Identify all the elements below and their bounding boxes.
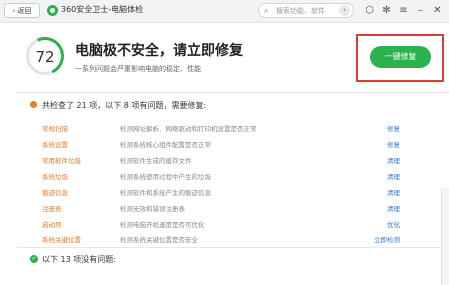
issue-desc: 检测系统核心组件配置是否正常: [120, 141, 211, 149]
title-bar: ‹ 返回 360安全卫士-电脑体检 ⌕ 搜索功能、软件 › ⬡ ✻ ≡ – ✕: [0, 0, 449, 23]
issue-action-link[interactable]: 优化: [387, 219, 400, 229]
window-title: 360安全卫士-电脑体检: [61, 5, 144, 14]
score-ring: 72: [26, 37, 64, 75]
issue-action-link[interactable]: 立即检测: [374, 234, 400, 244]
one-click-fix-button[interactable]: 一键修复: [370, 46, 431, 68]
divider: [17, 247, 449, 248]
settings-hex-icon[interactable]: ⬡: [363, 4, 376, 17]
menu-icon[interactable]: ≡: [397, 4, 410, 17]
search-go-button[interactable]: ›: [339, 5, 350, 16]
issue-row: 注册表 检测无效和错误注册表 清理: [0, 201, 449, 214]
check-circle-icon: ✓: [30, 255, 38, 263]
issue-name[interactable]: 常规扫描: [42, 123, 68, 133]
issue-row: 启动项 检测电脑开机速度是否可优化 优化: [0, 217, 449, 230]
back-button[interactable]: ‹ 返回: [4, 3, 40, 18]
issue-name[interactable]: 常用软件垃圾: [42, 155, 81, 165]
status-headline: 电脑极不安全，请立即修复: [75, 43, 243, 59]
issue-name[interactable]: 启动项: [42, 219, 62, 229]
issue-name[interactable]: 痕迹信息: [42, 187, 68, 197]
issue-row: 常规扫描 检测网址解析、网络驱动和打印机设置是否正常 修复: [0, 121, 449, 134]
issue-name[interactable]: 系统设置: [42, 139, 68, 149]
issue-action-link[interactable]: 清理: [387, 203, 400, 213]
warning-dot-icon: [30, 101, 37, 108]
minimize-icon[interactable]: –: [414, 4, 427, 17]
score-value: 72: [35, 48, 55, 66]
issue-action-link[interactable]: 修复: [387, 123, 400, 133]
issue-name[interactable]: 系统垃圾: [42, 171, 68, 181]
issue-name[interactable]: 注册表: [42, 203, 62, 213]
issue-action-link[interactable]: 修复: [387, 139, 400, 149]
issue-desc: 检测系统关键位置是否安全: [120, 236, 198, 244]
status-subline: 一系列问题会严重影响电脑的稳定、性能: [75, 65, 201, 73]
search-icon: ⌕: [264, 6, 269, 15]
issue-desc: 检测软件和系统产生的痕迹信息: [120, 189, 211, 197]
chevron-left-icon: ‹: [12, 6, 16, 15]
issue-row: 常用软件垃圾 检测软件生成的缓存文件 清理: [0, 153, 449, 166]
issue-row: 系统垃圾 检测系统使用过程中产生的垃圾 清理: [0, 169, 449, 182]
close-icon[interactable]: ✕: [431, 4, 444, 17]
back-label: 返回: [17, 6, 32, 15]
issue-name[interactable]: 系统关键位置: [42, 234, 81, 244]
search-placeholder: 搜索功能、软件: [276, 7, 325, 15]
issue-desc: 检测电脑开机速度是否可优化: [120, 221, 205, 229]
issue-desc: 检测系统使用过程中产生的垃圾: [120, 173, 211, 181]
issue-action-link[interactable]: 清理: [387, 187, 400, 197]
issue-desc: 检测网址解析、网络驱动和打印机设置是否正常: [120, 125, 257, 133]
issue-action-link[interactable]: 清理: [387, 171, 400, 181]
issue-desc: 检测无效和错误注册表: [120, 205, 185, 213]
issue-row: 系统设置 检测系统核心组件配置是否正常 修复: [0, 137, 449, 150]
shirt-skin-icon[interactable]: ✻: [380, 4, 393, 17]
scrollbar[interactable]: [441, 188, 449, 285]
issue-row: 系统关键位置 检测系统关键位置是否安全 立即检测: [0, 232, 449, 245]
issue-desc: 检测软件生成的缓存文件: [120, 157, 192, 165]
issues-summary: 共检查了 21 项，以下 8 项有问题，需要修复:: [42, 101, 207, 110]
search-box[interactable]: ⌕ 搜索功能、软件 ›: [258, 3, 354, 18]
ok-summary: 以下 13 项没有问题:: [42, 255, 116, 264]
issue-action-link[interactable]: 清理: [387, 155, 400, 165]
app-logo-icon: [47, 5, 58, 16]
divider: [17, 92, 449, 93]
issue-row: 痕迹信息 检测软件和系统产生的痕迹信息 清理: [0, 185, 449, 198]
